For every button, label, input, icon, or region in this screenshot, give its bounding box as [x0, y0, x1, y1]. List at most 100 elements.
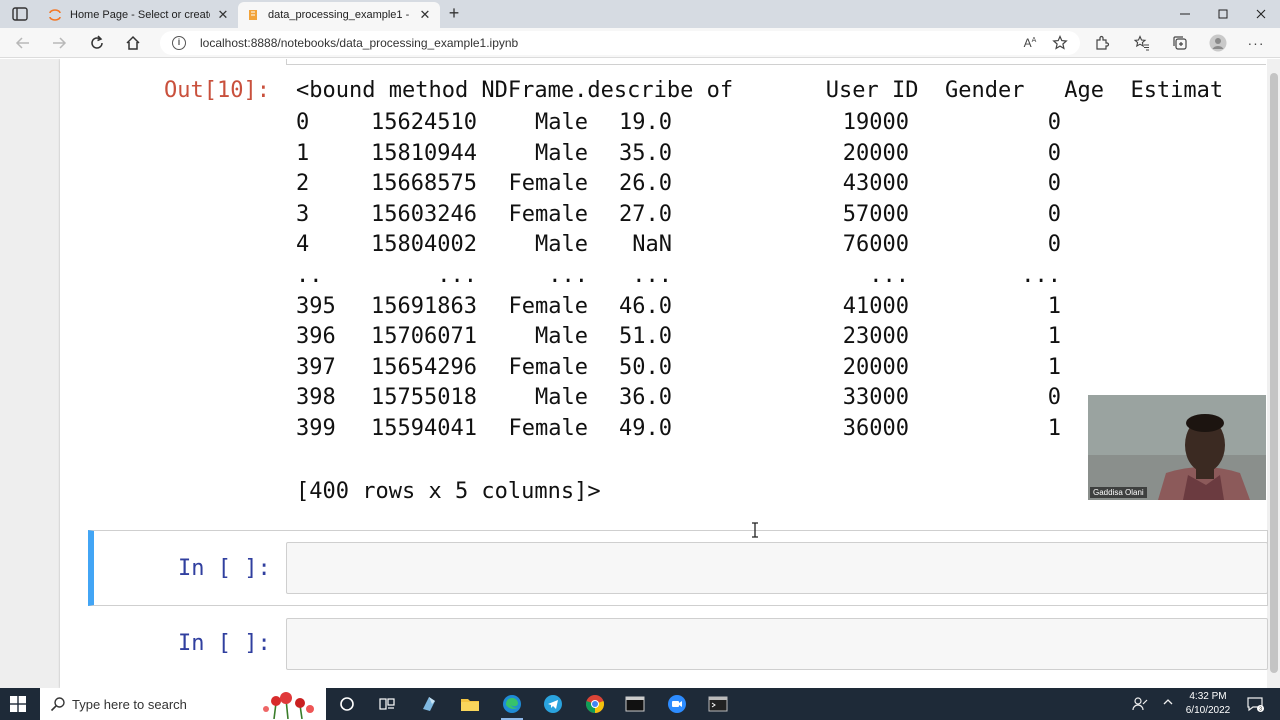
scrollbar-thumb[interactable]: [1270, 73, 1278, 673]
cell-age: 26.0: [619, 171, 672, 196]
close-tab-icon[interactable]: ✕: [418, 8, 432, 22]
cell-purchased: 0: [1047, 110, 1061, 135]
code-editor[interactable]: [286, 618, 1268, 670]
show-hidden-icons-icon[interactable]: [1162, 696, 1174, 711]
cell-age: 27.0: [619, 202, 672, 227]
webcam-overlay: Gaddisa Olani: [1088, 395, 1266, 500]
windows-start-icon[interactable]: [10, 696, 26, 712]
cell-purchased: 1: [1047, 324, 1061, 349]
app-icon[interactable]: [408, 688, 450, 720]
cell-purchased: 1: [1047, 416, 1061, 441]
profile-avatar-icon[interactable]: [1208, 33, 1228, 53]
cell-age: ...: [632, 263, 672, 288]
add-favorite-icon[interactable]: [1050, 33, 1070, 53]
cell-user-id: 15691863: [371, 294, 477, 319]
cell-purchased: ...: [1021, 263, 1061, 288]
output-footer-line: [400 rows x 5 columns]>: [296, 479, 601, 504]
cell-user-id: 15668575: [371, 171, 477, 196]
cell-salary: 33000: [842, 385, 909, 410]
cell-salary: ...: [869, 263, 909, 288]
notification-center-icon[interactable]: 3: [1246, 695, 1264, 716]
url-text: localhost:8888/notebooks/data_processing…: [200, 36, 519, 50]
search-icon: [50, 697, 65, 712]
taskbar-clock[interactable]: 4:32 PM 6/10/2022: [1178, 690, 1238, 718]
cell-age: 49.0: [619, 416, 672, 441]
tab-title: Home Page - Select or create a n: [70, 9, 210, 21]
file-explorer-icon[interactable]: [449, 688, 491, 720]
back-arrow-icon[interactable]: [12, 32, 34, 54]
cell-purchased: 1: [1047, 355, 1061, 380]
site-info-icon[interactable]: i: [172, 36, 186, 50]
forward-arrow-icon[interactable]: [48, 32, 70, 54]
cell-gender: Male: [535, 110, 588, 135]
read-aloud-icon[interactable]: AA: [1020, 33, 1040, 53]
close-tab-icon[interactable]: ✕: [216, 8, 230, 22]
new-tab-button[interactable]: +: [444, 3, 464, 23]
cell-age: 46.0: [619, 294, 672, 319]
row-index: ..: [296, 263, 323, 288]
browser-toolbar: i localhost:8888/notebooks/data_processi…: [0, 28, 1280, 58]
cell-purchased: 0: [1047, 171, 1061, 196]
code-editor[interactable]: [286, 542, 1268, 594]
cortana-icon[interactable]: [326, 688, 368, 720]
cell-gender: Female: [508, 171, 588, 196]
tab-home-page[interactable]: Home Page - Select or create a n ✕: [40, 2, 238, 28]
cell-salary: 19000: [842, 110, 909, 135]
cell-user-id: 15804002: [371, 232, 477, 257]
tab-actions-icon[interactable]: [8, 4, 32, 24]
collections-icon[interactable]: [1170, 33, 1190, 53]
cell-age: 50.0: [619, 355, 672, 380]
refresh-icon[interactable]: [86, 32, 108, 54]
presenter-video-icon: [1088, 395, 1266, 500]
terminal-icon[interactable]: [614, 688, 656, 720]
row-index: 2: [296, 171, 310, 196]
tab-notebook[interactable]: data_processing_example1 - Jupy ✕: [238, 2, 440, 28]
task-view-icon[interactable]: [366, 688, 408, 720]
edge-icon[interactable]: [491, 688, 533, 720]
people-icon[interactable]: [1132, 696, 1148, 715]
cell-user-id: 15654296: [371, 355, 477, 380]
output-prompt: Out[10]:: [164, 78, 270, 103]
cell-gender: Male: [535, 385, 588, 410]
cell-purchased: 0: [1047, 385, 1061, 410]
cell-gender: Female: [508, 202, 588, 227]
cell-salary: 20000: [842, 141, 909, 166]
cell-gender: Male: [535, 232, 588, 257]
minimize-icon[interactable]: [1166, 0, 1204, 28]
cell-age: NaN: [632, 232, 672, 257]
cell-salary: 36000: [842, 416, 909, 441]
cell-age: 19.0: [619, 110, 672, 135]
more-options-icon[interactable]: ···: [1246, 33, 1266, 53]
taskbar-search-box[interactable]: Type here to search: [40, 688, 326, 720]
cell-gender: ...: [548, 263, 588, 288]
cell-purchased: 0: [1047, 232, 1061, 257]
input-prompt: In [ ]:: [178, 631, 271, 656]
text-cursor-icon: [752, 522, 758, 538]
cell-salary: 43000: [842, 171, 909, 196]
telegram-icon[interactable]: [532, 688, 574, 720]
console-icon[interactable]: [697, 688, 739, 720]
output-header-line: <bound method NDFrame.describe of User I…: [296, 78, 1224, 103]
favorites-icon[interactable]: [1132, 33, 1152, 53]
clock-time: 4:32 PM: [1189, 691, 1227, 702]
cell-purchased: 0: [1047, 141, 1061, 166]
cell-user-id: ...: [437, 263, 477, 288]
home-icon[interactable]: [122, 32, 144, 54]
extensions-icon[interactable]: [1092, 33, 1112, 53]
row-index: 3: [296, 202, 310, 227]
cell-purchased: 1: [1047, 294, 1061, 319]
zoom-icon[interactable]: [656, 688, 698, 720]
previous-cell-edge: [286, 59, 1266, 65]
address-bar[interactable]: i localhost:8888/notebooks/data_processi…: [160, 31, 1080, 55]
tab-title: data_processing_example1 - Jupy: [268, 9, 412, 21]
cell-gender: Female: [508, 294, 588, 319]
cell-salary: 20000: [842, 355, 909, 380]
cell-user-id: 15603246: [371, 202, 477, 227]
close-window-icon[interactable]: [1242, 0, 1280, 28]
cell-salary: 76000: [842, 232, 909, 257]
jupyter-notebook-favicon-icon: [246, 8, 260, 22]
cell-age: 35.0: [619, 141, 672, 166]
maximize-icon[interactable]: [1204, 0, 1242, 28]
chrome-icon[interactable]: [574, 688, 616, 720]
cell-user-id: 15810944: [371, 141, 477, 166]
